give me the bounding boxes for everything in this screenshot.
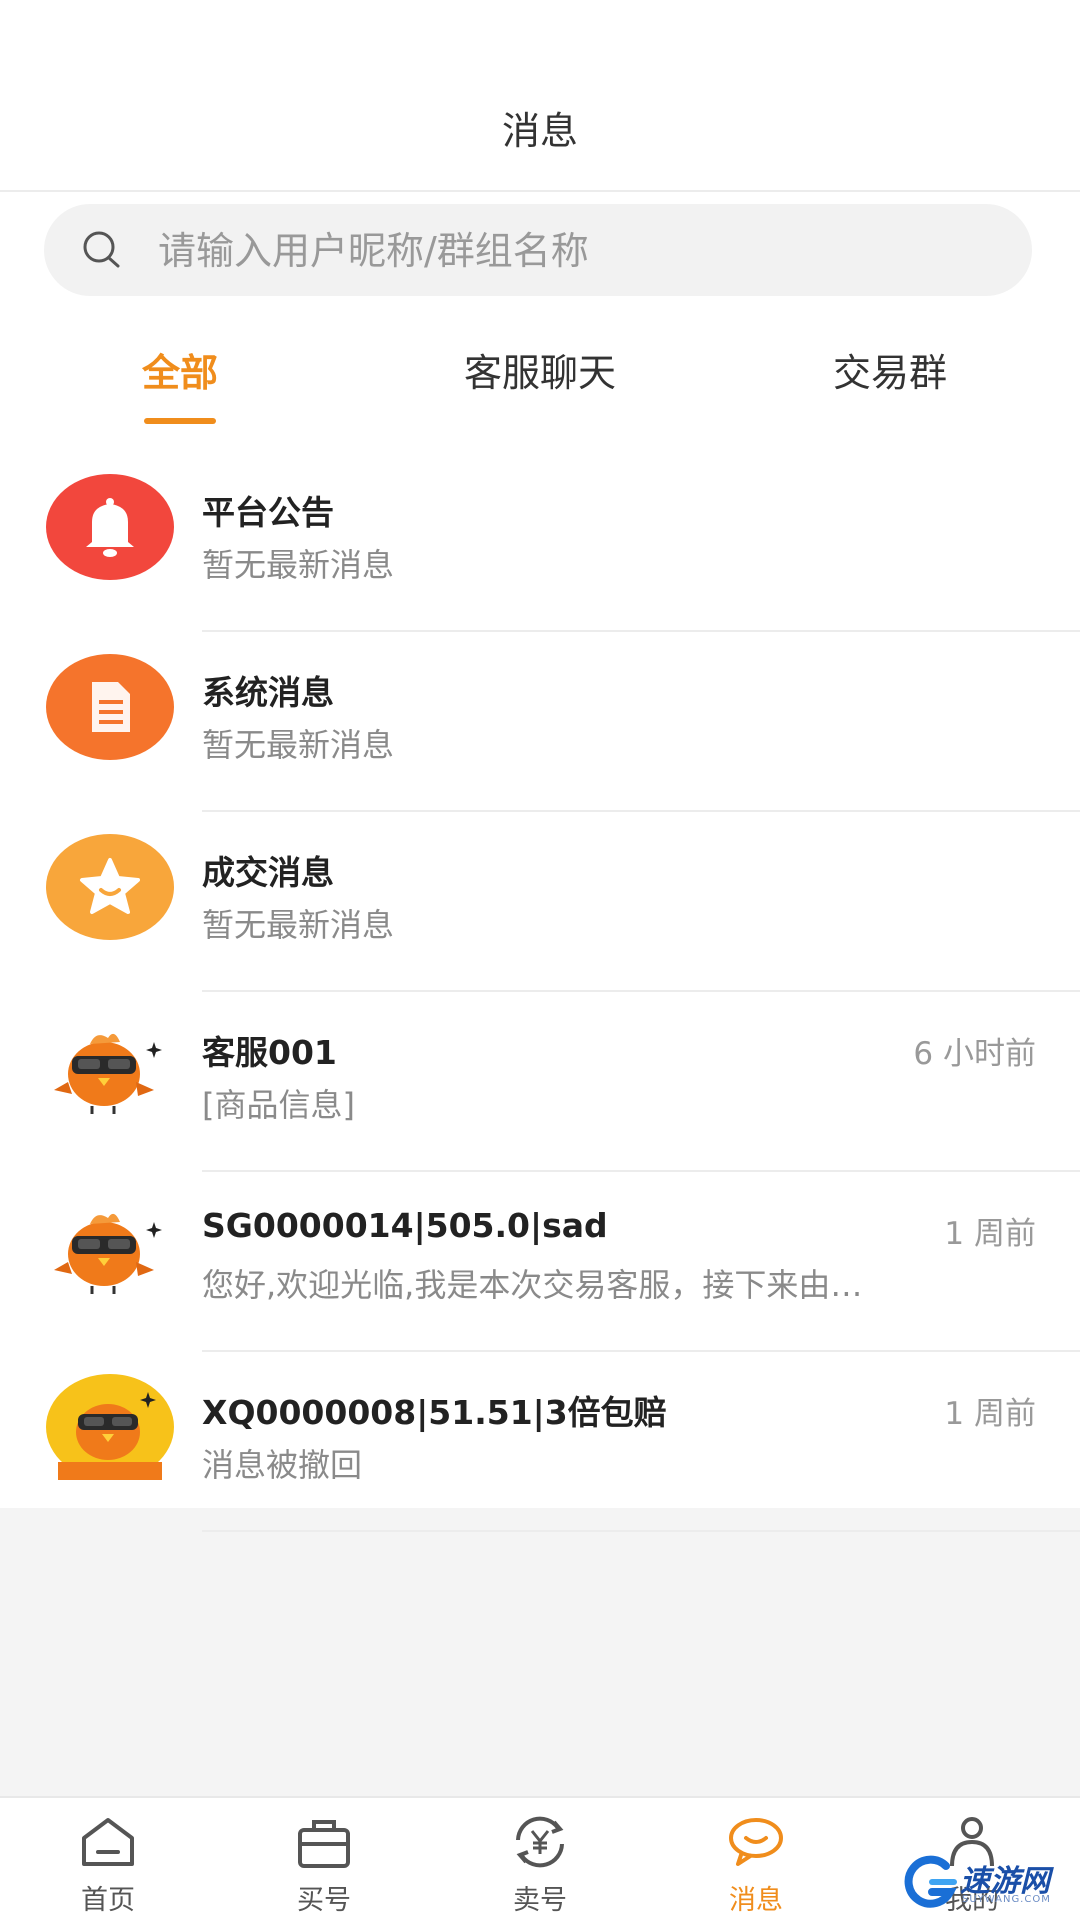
message-page: 全部 客服聊天 交易群 平台公告 暂无最新消息 [0,192,1080,1532]
bag-icon [298,1820,350,1868]
home-icon [82,1818,134,1866]
conversation-deal-message[interactable]: 成交消息 暂无最新消息 [0,812,1080,992]
tab-label: 客服聊天 [463,351,616,395]
app-header: 消息 [0,0,1080,192]
page-title: 消息 [501,109,578,153]
nav-home[interactable]: 首页 [0,1798,216,1922]
document-icon [44,652,176,762]
conversation-title: 客服001 [202,1033,337,1072]
nav-label: 首页 [81,1885,135,1916]
site-watermark: 速游网 SUYWANG.COM [902,1852,1078,1914]
watermark-subtext: SUYWANG.COM [962,1894,1051,1905]
conversation-system-message[interactable]: 系统消息 暂无最新消息 [0,632,1080,812]
conversation-preview: 暂无最新消息 [202,906,395,944]
conversation-preview: 暂无最新消息 [202,726,395,764]
conversation-preview: 暂无最新消息 [202,546,395,584]
nav-sell[interactable]: 卖号 [432,1798,648,1922]
search-icon [83,231,120,268]
watermark-logo-icon [904,1855,957,1908]
conversation-xq0000008[interactable]: XQ0000008|51.51|3倍包赔 1 周前 消息被撤回 [0,1352,1080,1532]
bird-mascot-avatar [44,1012,176,1122]
conversation-customer-service-001[interactable]: 客服001 6 小时前 [商品信息] [0,992,1080,1172]
tab-trade-group[interactable]: 交易群 [800,342,980,432]
divider [202,1530,1080,1532]
tab-label: 交易群 [832,351,947,395]
conversation-title: XQ0000008|51.51|3倍包赔 [202,1393,667,1432]
search-input[interactable] [156,216,1000,286]
conversation-sg0000014[interactable]: SG0000014|505.0|sad 1 周前 您好,欢迎光临,我是本次交易客… [0,1172,1080,1352]
conversation-preview: 您好,欢迎光临,我是本次交易客服，接下来由… [202,1266,863,1304]
conversation-title: SG0000014|505.0|sad [202,1206,608,1245]
tab-label: 全部 [141,351,218,395]
conversation-time: 1 周前 [944,1396,1036,1432]
bird-mascot-avatar [44,1192,176,1302]
conversation-title: 平台公告 [202,493,334,532]
tab-all[interactable]: 全部 [100,342,260,432]
nav-buy[interactable]: 买号 [216,1798,432,1922]
nav-label: 卖号 [513,1885,567,1916]
tab-customer-service-chat[interactable]: 客服聊天 [420,342,660,432]
conversation-time: 1 周前 [944,1216,1036,1252]
conversation-platform-announcement[interactable]: 平台公告 暂无最新消息 [0,452,1080,632]
conversation-preview: [商品信息] [202,1086,355,1124]
nav-label: 消息 [729,1885,783,1916]
conversation-time: 6 小时前 [913,1036,1036,1072]
conversation-title: 系统消息 [202,673,334,712]
search-bar[interactable] [44,204,1032,296]
active-tab-indicator [144,418,216,424]
bell-icon [44,472,176,582]
nav-label: 买号 [297,1885,351,1916]
star-icon [44,832,176,942]
nav-messages[interactable]: 消息 [648,1798,864,1922]
conversation-preview: 消息被撤回 [202,1446,363,1484]
bird-mascot-yellow-avatar [44,1372,176,1482]
tab-bar: 全部 客服聊天 交易群 [0,342,1080,432]
chat-bubble-icon [729,1818,783,1866]
conversation-title: 成交消息 [202,853,334,892]
exchange-yen-icon [516,1816,564,1868]
